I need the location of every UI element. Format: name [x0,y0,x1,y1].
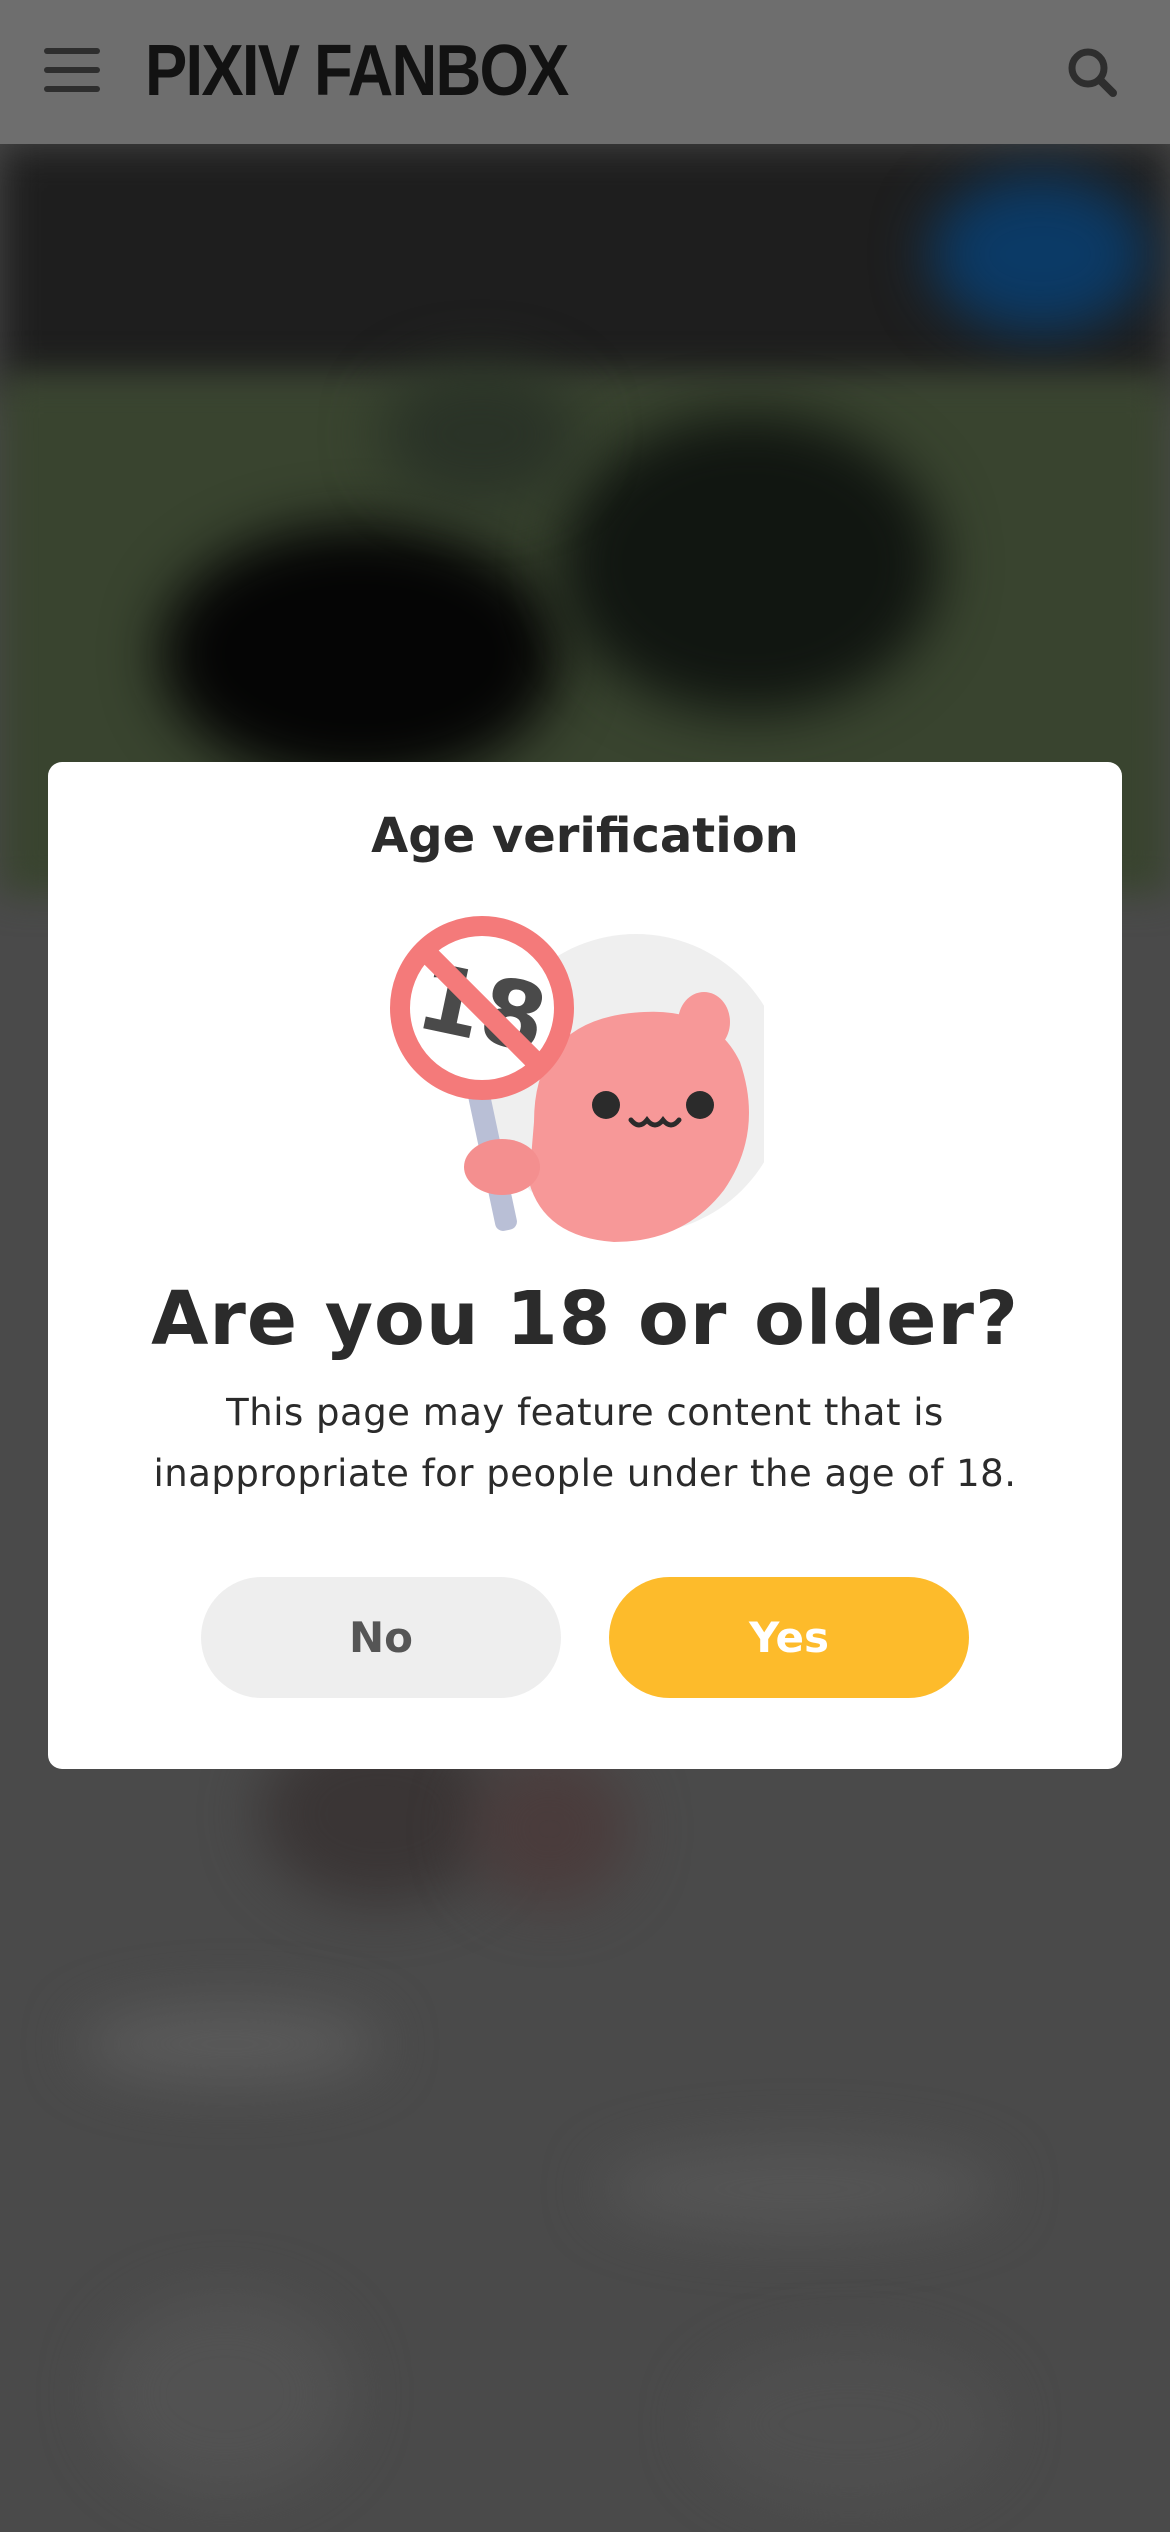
age-18-restricted-mascot-icon: 18 [390,916,764,1242]
age-verification-dialog: Age verification 18 Are you 18 or older?… [48,762,1122,1769]
no-button[interactable]: No [201,1577,561,1698]
age-warning-description: This page may feature content that is in… [153,1391,1017,1495]
dialog-title: Age verification [371,808,799,864]
age-question: Are you 18 or older? [151,1276,1019,1362]
yes-button[interactable]: Yes [609,1577,969,1698]
